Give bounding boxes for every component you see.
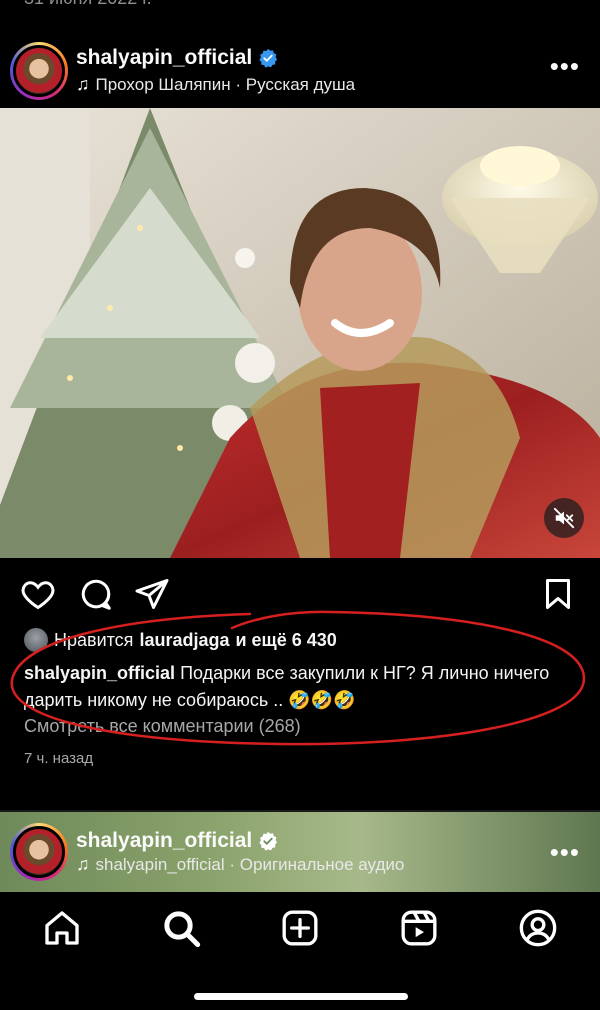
previous-post-date-text: 31 июня 2022 г. — [24, 0, 152, 9]
audio-row[interactable]: ♫ shalyapin_official · Оригинальное ауди… — [76, 854, 404, 875]
verified-badge-icon — [259, 831, 278, 851]
comment-icon[interactable] — [78, 576, 114, 612]
music-note-icon: ♫ — [76, 74, 90, 94]
bookmark-icon[interactable] — [540, 576, 576, 612]
avatar[interactable] — [10, 42, 68, 100]
audio-row[interactable]: ♫ Прохор Шаляпин · Русская душа — [76, 74, 355, 95]
next-post-header: shalyapin_official ♫ shalyapin_official … — [0, 812, 600, 892]
likes-count[interactable]: и ещё 6 430 — [235, 630, 336, 651]
music-note-icon: ♫ — [76, 854, 90, 874]
mute-button[interactable] — [544, 498, 584, 538]
post-actions — [0, 572, 600, 616]
profile-icon[interactable] — [518, 908, 558, 948]
muted-speaker-icon — [553, 507, 575, 529]
home-indicator[interactable] — [194, 993, 408, 1000]
caption: shalyapin_official Подарки все закупили … — [24, 660, 584, 714]
caption-username[interactable]: shalyapin_official — [24, 663, 175, 683]
post-media[interactable] — [0, 108, 600, 558]
likes-prefix: Нравится — [54, 629, 134, 650]
previous-post-date: 31 июня 2022 г. — [0, 0, 600, 10]
username-row: shalyapin_official — [76, 46, 278, 70]
more-options-button[interactable]: ••• — [550, 839, 580, 865]
likes-row[interactable]: Нравится lauradjaga и ещё 6 430 — [24, 628, 337, 652]
search-icon[interactable] — [161, 908, 201, 948]
liker-avatar — [24, 628, 48, 652]
username[interactable]: shalyapin_official — [76, 46, 252, 70]
share-icon[interactable] — [134, 576, 170, 612]
avatar[interactable] — [10, 823, 68, 881]
heart-icon[interactable] — [20, 576, 56, 612]
create-icon[interactable] — [280, 908, 320, 948]
likes-user[interactable]: lauradjaga — [139, 630, 229, 651]
audio-label: Прохор Шаляпин · Русская душа — [95, 74, 356, 94]
audio-label: shalyapin_official · Оригинальное аудио — [95, 854, 405, 874]
username[interactable]: shalyapin_official — [76, 829, 252, 853]
post-photo — [0, 108, 600, 558]
reels-icon[interactable] — [399, 908, 439, 948]
home-icon[interactable] — [42, 908, 82, 948]
more-options-button[interactable]: ••• — [550, 53, 580, 79]
username-row: shalyapin_official — [76, 829, 278, 853]
verified-badge-icon — [259, 48, 278, 68]
post-header: shalyapin_official ♫ Прохор Шаляпин · Ру… — [0, 36, 600, 106]
post-timestamp: 7 ч. назад — [24, 750, 94, 767]
view-comments-link[interactable]: Смотреть все комментарии (268) — [24, 716, 301, 737]
